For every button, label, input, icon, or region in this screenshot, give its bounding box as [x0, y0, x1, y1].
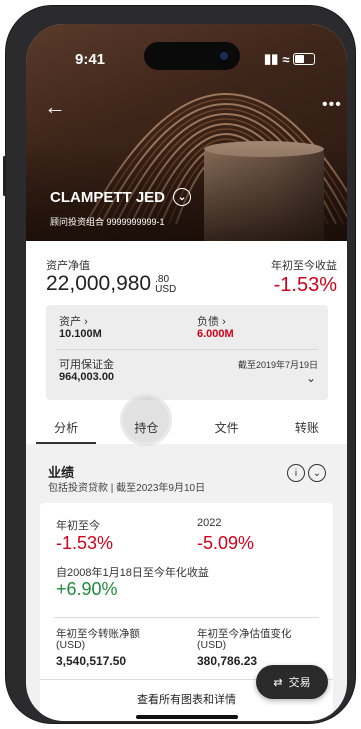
performance-subtitle: 包括投资贷款 | 截至2023年9月10日	[48, 483, 206, 494]
tab-analysis[interactable]: 分析	[26, 408, 106, 444]
balance-summary: 资产 › 10.100M 负债 › 6.000M 可用保证金 964,003.0…	[46, 305, 328, 400]
chevron-right-icon: ›	[222, 316, 226, 328]
info-icon[interactable]: i	[287, 464, 305, 482]
trade-button[interactable]: ⇄ 交易	[256, 665, 328, 699]
annualized-value: +6.90%	[56, 579, 118, 599]
valuation-change-label: 年初至今净估值变化 (USD)	[197, 629, 292, 651]
signal-icon: ▮▮	[264, 51, 279, 66]
tab-label: 文件	[214, 421, 239, 435]
account-name-row[interactable]: CLAMPETT JED ⌄	[50, 188, 192, 206]
chevron-down-icon[interactable]: ⌄	[308, 464, 326, 482]
more-options-icon[interactable]: •••	[322, 96, 342, 114]
tab-documents[interactable]: 文件	[187, 408, 267, 444]
nav-amount: 22,000,980	[46, 272, 152, 295]
valuation-change-value: 380,786.23	[197, 654, 258, 668]
status-icons: ▮▮ ≈	[264, 51, 316, 67]
nav-decimal-block: .80 USD	[155, 275, 176, 295]
tab-label: 转账	[294, 421, 319, 435]
status-time: 9:41	[75, 51, 106, 68]
portfolio-id: 顾问投资组合 9999999999-1	[50, 217, 165, 227]
chevron-down-icon[interactable]: ⌄	[173, 188, 192, 206]
back-arrow-icon[interactable]: ←	[44, 94, 66, 120]
tab-label: 持仓	[134, 421, 159, 435]
camera-dot	[220, 52, 228, 60]
trade-button-label: 交易	[288, 677, 311, 689]
nav-currency: USD	[155, 284, 177, 295]
as-of-date: 截至2019年7月19日	[237, 360, 318, 370]
net-transfer-label: 年初至今转账净额 (USD)	[56, 629, 140, 651]
valuation-change-unit: (USD)	[197, 639, 227, 651]
divider	[56, 349, 318, 350]
phone-frame: 9:41 ▮▮ ≈ ← ••• CLAMPETT JED ⌄ 顾问投资组合 99…	[3, 6, 355, 723]
nav-value: 22,000,980 .80 USD	[46, 272, 176, 296]
swap-arrows-icon: ⇄	[273, 676, 283, 689]
net-transfer-value: 3,540,517.50	[56, 654, 127, 668]
annualized-label: 自2008年1月18日至今年化收益	[56, 567, 209, 579]
chevron-right-icon: ›	[84, 316, 88, 328]
assets-link[interactable]: 资产 ›	[59, 313, 88, 329]
home-indicator	[136, 715, 238, 719]
chevron-down-icon[interactable]: ⌄	[306, 371, 316, 385]
divider	[54, 617, 319, 618]
tab-label: 分析	[54, 421, 79, 435]
year-return-label: 2022	[197, 517, 222, 529]
liabilities-label: 负债	[197, 316, 219, 328]
tab-holdings[interactable]: 持仓	[106, 397, 186, 444]
dynamic-island	[144, 42, 240, 70]
assets-label: 资产	[59, 316, 81, 328]
liabilities-value: 6.000M	[197, 328, 234, 340]
battery-icon	[293, 53, 316, 65]
margin-value: 964,003.00	[59, 371, 115, 383]
tab-bar: 分析 持仓 文件 转账	[26, 397, 347, 444]
nav-label: 资产净值	[46, 260, 90, 272]
ytd-label: 年初至今收益	[271, 260, 337, 272]
ytd-return-value: -1.53%	[56, 533, 114, 553]
year-return-value: -5.09%	[197, 533, 255, 553]
ytd-value: -1.53%	[273, 274, 337, 296]
liabilities-link[interactable]: 负债 ›	[197, 313, 226, 329]
tab-transfer[interactable]: 转账	[267, 408, 347, 444]
assets-value: 10.100M	[59, 328, 102, 340]
margin-label: 可用保证金	[59, 359, 114, 371]
net-transfer-unit: (USD)	[56, 639, 86, 651]
account-name: CLAMPETT JED	[50, 188, 166, 206]
wifi-icon: ≈	[282, 51, 290, 67]
screen: 9:41 ▮▮ ≈ ← ••• CLAMPETT JED ⌄ 顾问投资组合 99…	[26, 24, 347, 721]
ytd-return-label: 年初至今	[56, 520, 100, 532]
